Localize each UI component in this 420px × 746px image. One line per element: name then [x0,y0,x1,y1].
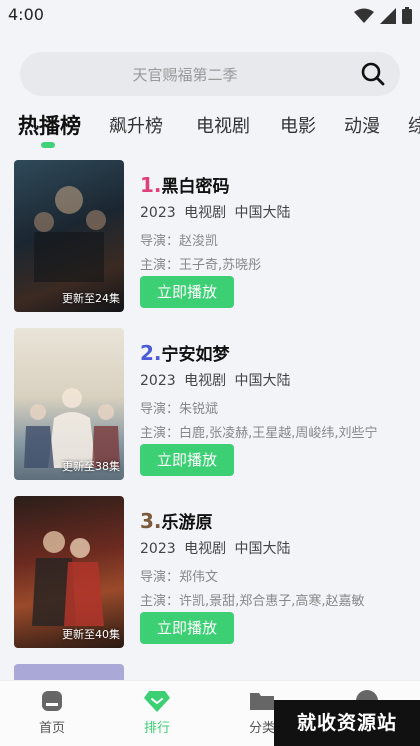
episode-badge: 更新至24集 [62,292,120,305]
play-now-button[interactable]: 立即播放 [140,276,234,308]
watermark-overlay: 就收资源站 [274,700,420,746]
item-meta: 2023 电视剧 中国大陆 [140,538,291,558]
item-meta: 2023 电视剧 中国大陆 [140,370,291,390]
signal-icon [380,7,396,24]
item-title[interactable]: 宁安如梦 [162,345,230,365]
ranking-icon [144,691,170,712]
poster-image[interactable]: 更新至40集 [14,496,124,648]
item-director: 导演：朱锐斌 [140,402,219,417]
nav-home[interactable]: 首页 [22,689,82,736]
category-tabs: 热播榜 飙升榜 电视剧 电影 动漫 综 [0,108,420,152]
item-cast: 主演：白鹿,张凌赫,王星越,周峻纬,刘些宁 [140,426,378,441]
tab-variety[interactable]: 综 [408,112,420,138]
item-title[interactable]: 乐游原 [162,513,213,533]
item-cast: 主演：王子奇,苏晓彤 [140,258,262,273]
item-title-row[interactable]: 2.宁安如梦 [140,340,230,365]
tab-rising[interactable]: 飙升榜 [109,112,163,138]
poster-image[interactable]: 更新至24集 [14,160,124,312]
status-icons [354,7,412,24]
status-time: 4:00 [8,5,44,24]
rank-number: 1. [140,173,162,197]
home-icon [42,691,62,711]
list-item[interactable]: 更新至38集 2.宁安如梦 2023 电视剧 中国大陆 导演：朱锐斌 主演：白鹿… [0,328,420,488]
nav-ranking[interactable]: 排行 [127,689,187,736]
item-year: 2023 [140,205,176,221]
tab-tv-series[interactable]: 电视剧 [196,112,250,138]
tab-movie[interactable]: 电影 [280,112,316,138]
list-item[interactable]: 更新至24集 1.黑白密码 2023 电视剧 中国大陆 导演：赵浚凯 主演：王子… [0,160,420,320]
episode-badge: 更新至38集 [62,460,120,473]
poster-image[interactable]: 更新至38集 [14,328,124,480]
play-now-button[interactable]: 立即播放 [140,444,234,476]
episode-badge: 更新至40集 [62,628,120,641]
item-director: 导演：赵浚凯 [140,234,219,249]
status-bar: 4:00 [0,0,420,32]
item-meta: 2023 电视剧 中国大陆 [140,202,291,222]
nav-ranking-label: 排行 [143,721,170,736]
item-title[interactable]: 黑白密码 [162,177,230,197]
item-title-row[interactable]: 3.乐游原 [140,508,213,533]
list-item[interactable]: 更新至40集 3.乐游原 2023 电视剧 中国大陆 导演：郑伟文 主演：许凯,… [0,496,420,656]
search-bar[interactable]: 天官赐福第二季 [20,52,400,96]
item-type: 电视剧 [184,373,227,389]
item-cast: 主演：许凯,景甜,郑合惠子,高寒,赵嘉敏 [140,594,365,609]
wifi-icon [354,8,374,23]
rank-number: 3. [140,509,162,533]
item-year: 2023 [140,541,176,557]
item-year: 2023 [140,373,176,389]
active-tab-indicator [41,142,55,148]
nav-home-label: 首页 [38,721,65,736]
next-poster-peek[interactable] [14,664,124,680]
item-type: 电视剧 [184,205,227,221]
search-icon[interactable] [360,61,386,87]
search-placeholder[interactable]: 天官赐福第二季 [20,64,350,85]
item-type: 电视剧 [184,541,227,557]
rank-number: 2. [140,341,162,365]
item-director: 导演：郑伟文 [140,570,219,585]
item-region: 中国大陆 [234,373,291,389]
battery-icon [402,7,412,24]
item-region: 中国大陆 [234,205,291,221]
tab-hot[interactable]: 热播榜 [18,110,81,140]
folder-icon [250,693,274,710]
item-region: 中国大陆 [234,541,291,557]
item-title-row[interactable]: 1.黑白密码 [140,172,230,197]
play-now-button[interactable]: 立即播放 [140,612,234,644]
tab-anime[interactable]: 动漫 [344,112,380,138]
